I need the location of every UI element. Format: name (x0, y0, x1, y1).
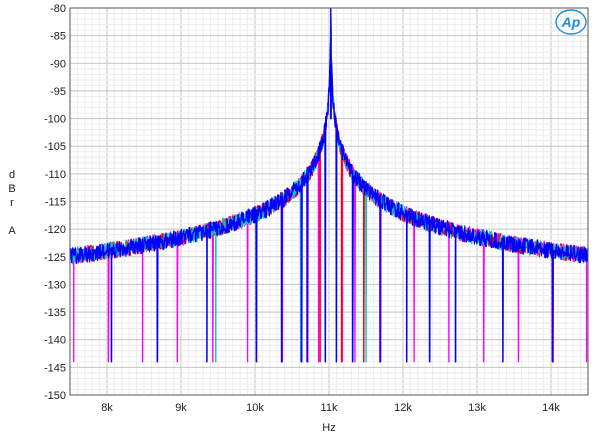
x-tick-label: 11k (321, 402, 338, 414)
ap-logo-text: Ap (561, 14, 581, 30)
x-tick-label: 12k (394, 402, 412, 414)
y-tick-label: -120 (44, 224, 66, 236)
y-axis-title: dBr A (8, 169, 16, 237)
y-axis-ticks: -80 -85 -90 -95 -100 -105 -110 -115 -120 -125 -130… (44, 3, 66, 402)
y-tick-label: -90 (50, 58, 66, 70)
y-axis-title-letter: A (8, 225, 16, 237)
y-tick-label: -125 (44, 252, 66, 264)
y-tick-label: -110 (45, 169, 66, 181)
y-axis-title-letter: r (10, 197, 14, 209)
grid (69, 7, 589, 396)
x-tick-label: 10k (246, 402, 264, 414)
y-tick-label: -130 (44, 279, 66, 291)
y-axis-title-letter: B (8, 183, 15, 195)
y-tick-label: -80 (50, 3, 66, 15)
y-tick-label: -140 (44, 335, 66, 347)
y-tick-label: -95 (50, 86, 66, 98)
x-axis-title: Hz (322, 422, 335, 434)
x-tick-label: 14k (542, 402, 560, 414)
x-tick-label: 13k (468, 402, 486, 414)
y-tick-label: -135 (44, 307, 66, 319)
x-axis-ticks: 8k 9k 10k 11k 12k 13k 14k (101, 402, 560, 414)
x-tick-label: 8k (101, 402, 113, 414)
y-tick-label: -85 (50, 31, 66, 43)
y-tick-label: -105 (44, 141, 66, 153)
y-tick-label: -150 (44, 390, 66, 402)
y-tick-label: -115 (45, 197, 66, 209)
y-axis-title-letter: d (9, 169, 15, 181)
y-tick-label: -145 (44, 362, 66, 374)
y-tick-label: -100 (44, 114, 66, 126)
fft-spectrum-chart: -80 -85 -90 -95 -100 -105 -110 -115 -120 -125 -130… (8, 3, 589, 434)
x-tick-label: 9k (175, 402, 187, 414)
